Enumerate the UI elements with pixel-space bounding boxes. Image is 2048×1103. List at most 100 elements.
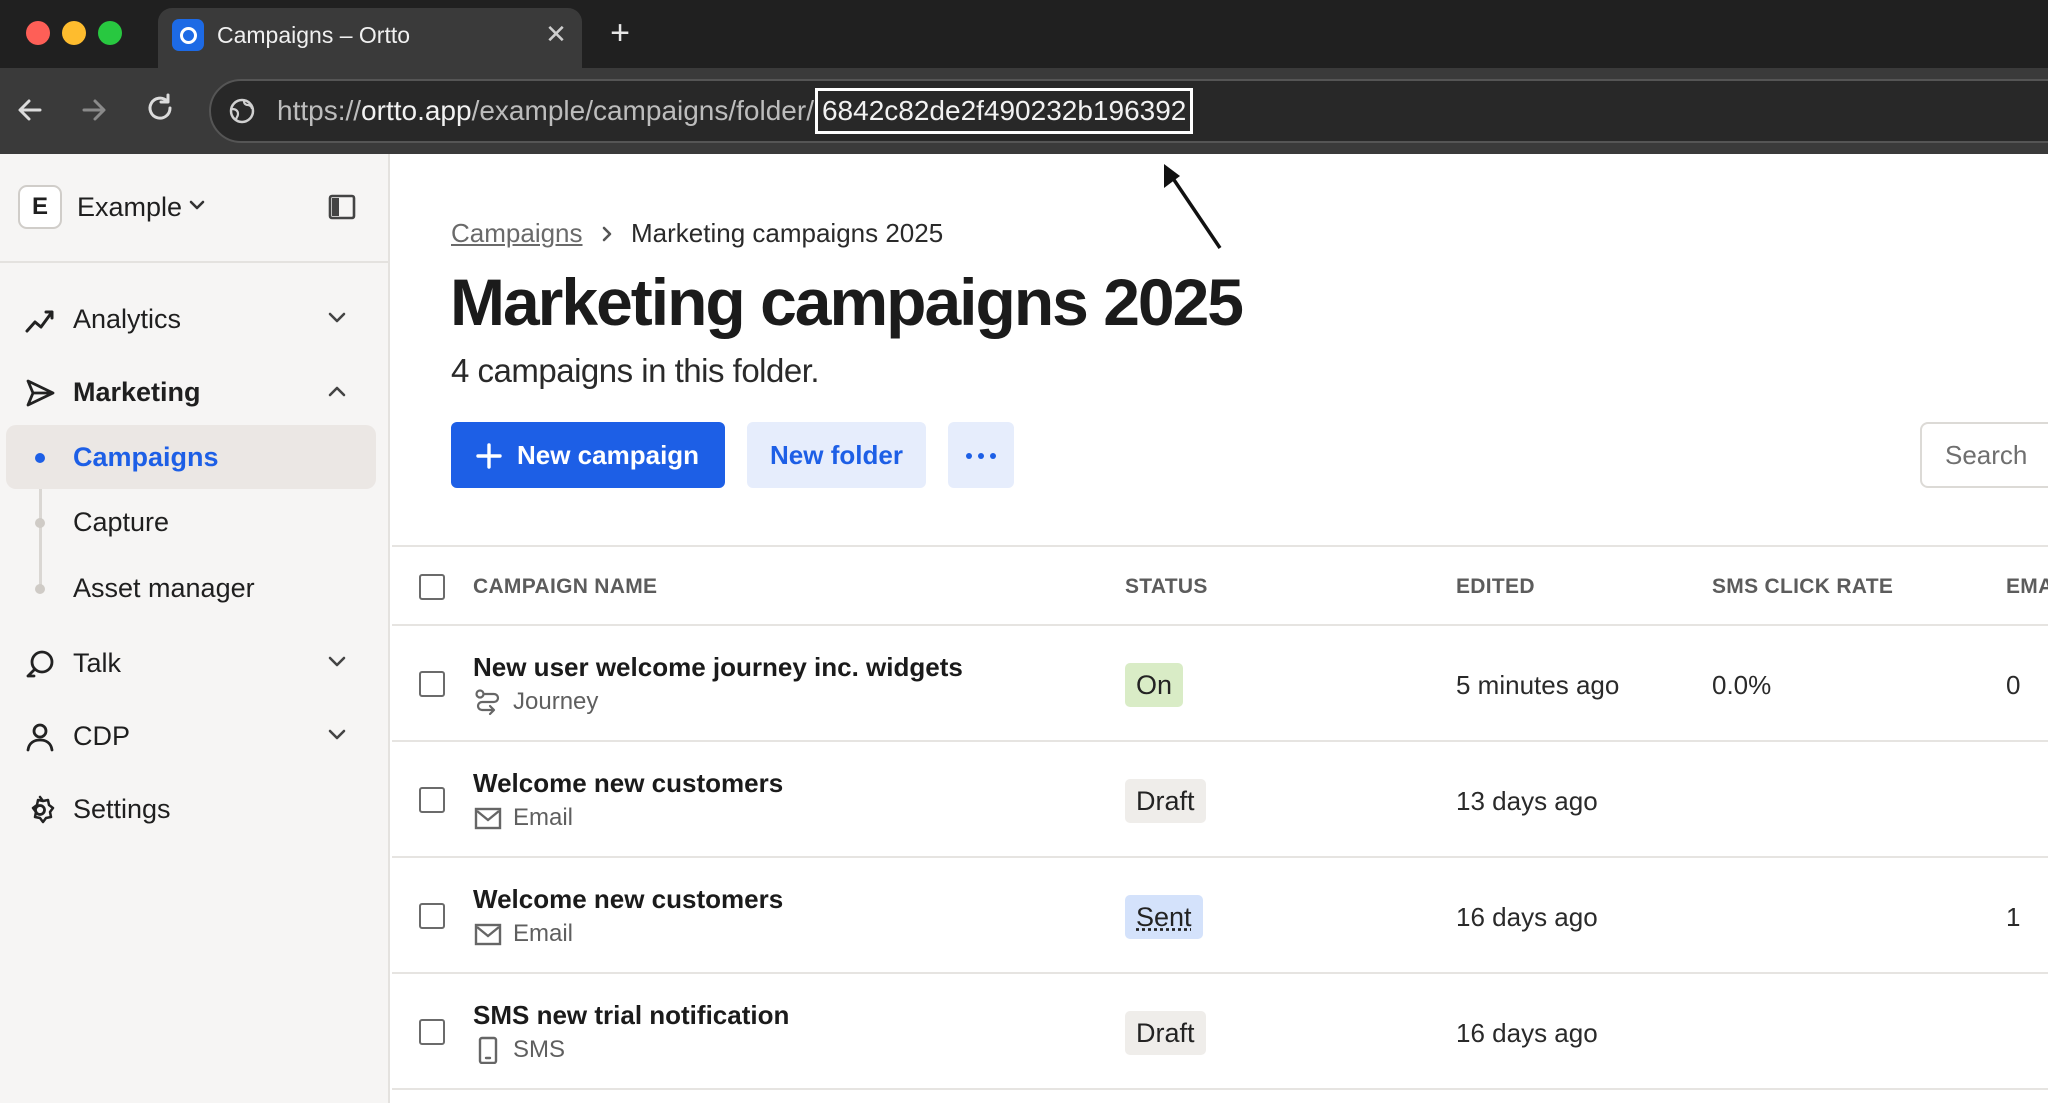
page-title: Marketing campaigns 2025 (450, 262, 1242, 342)
table-top-border (392, 545, 2048, 547)
row-checkbox[interactable] (419, 787, 445, 813)
more-options-button[interactable] (948, 422, 1014, 488)
search-input[interactable]: Search (1920, 422, 2048, 488)
campaign-type: Email (513, 802, 573, 834)
new-folder-button[interactable]: New folder (747, 422, 926, 488)
minimize-window-button[interactable] (62, 21, 86, 45)
sidebar-item-capture[interactable]: Capture (6, 490, 376, 554)
site-info-icon[interactable] (227, 96, 257, 126)
close-tab-icon[interactable]: ✕ (538, 16, 574, 52)
chevron-up-icon[interactable] (326, 384, 348, 398)
edited-time: 13 days ago (1456, 784, 1598, 818)
sidebar-item-label: Capture (73, 505, 169, 539)
dot-icon (35, 518, 45, 528)
campaign-name[interactable]: Welcome new customers (473, 766, 783, 800)
campaign-name[interactable]: New user welcome journey inc. widgets (473, 650, 963, 684)
column-header-email[interactable]: EMA (2006, 572, 2048, 602)
sidebar-item-settings[interactable]: Settings (0, 784, 388, 834)
mail-icon (474, 804, 502, 832)
sidebar-item-label: CDP (73, 719, 130, 753)
active-dot-icon (35, 453, 45, 463)
column-header-status[interactable]: STATUS (1125, 572, 1208, 602)
table-row[interactable]: Welcome new customers Email Draft 13 day… (392, 742, 2048, 856)
column-header-sms-click-rate[interactable]: SMS CLICK RATE (1712, 572, 1893, 602)
table-row[interactable]: Welcome new customers Email Sent 16 days… (392, 858, 2048, 972)
chevron-down-icon[interactable] (188, 199, 206, 211)
gear-icon (24, 795, 56, 825)
more-dots-icon (978, 453, 984, 459)
sidebar-divider (0, 261, 388, 263)
edited-time: 5 minutes ago (1456, 668, 1619, 702)
campaign-type: Email (513, 918, 573, 950)
browser-toolbar: https://ortto.app/example/campaigns/fold… (0, 68, 2048, 154)
status-badge: On (1125, 663, 1183, 707)
status-badge: Draft (1125, 1011, 1206, 1055)
edited-time: 16 days ago (1456, 900, 1598, 934)
more-dots-icon (966, 453, 972, 459)
sidebar-item-marketing[interactable]: Marketing (0, 367, 388, 417)
forward-arrow-icon[interactable] (70, 86, 118, 134)
dot-icon (35, 584, 45, 594)
sidebar-item-label: Marketing (73, 375, 201, 409)
row-checkbox[interactable] (419, 1019, 445, 1045)
chevron-down-icon[interactable] (326, 728, 348, 742)
select-all-checkbox[interactable] (419, 574, 445, 600)
new-campaign-button[interactable]: New campaign (451, 422, 725, 488)
sms-click-rate: 0.0% (1712, 668, 1771, 702)
mail-icon (474, 920, 502, 948)
sidebar-item-label: Asset manager (73, 571, 255, 605)
campaign-type: Journey (513, 686, 598, 718)
workspace-name[interactable]: Example (77, 190, 182, 224)
new-campaign-label: New campaign (517, 438, 699, 472)
more-dots-icon (990, 453, 996, 459)
close-window-button[interactable] (26, 21, 50, 45)
sidebar-item-asset-manager[interactable]: Asset manager (6, 556, 376, 620)
back-arrow-icon[interactable] (6, 86, 54, 134)
sidebar-item-analytics[interactable]: Analytics (0, 294, 388, 344)
analytics-icon (24, 305, 56, 335)
chat-icon (24, 649, 56, 679)
sidebar-toggle-icon[interactable] (328, 194, 356, 220)
sidebar-item-label: Campaigns (73, 440, 219, 474)
url-highlighted-id: 6842c82de2f490232b196392 (815, 88, 1193, 134)
maximize-window-button[interactable] (98, 21, 122, 45)
tab-title: Campaigns – Ortto (217, 18, 410, 52)
chevron-down-icon[interactable] (326, 655, 348, 669)
search-placeholder: Search (1945, 440, 2027, 470)
new-tab-icon[interactable]: + (598, 12, 642, 56)
chevron-down-icon[interactable] (326, 311, 348, 325)
url-text: https://ortto.app/example/campaigns/fold… (277, 81, 1193, 141)
ortto-favicon-icon (172, 19, 204, 51)
sidebar-item-campaigns[interactable]: Campaigns (6, 425, 376, 489)
browser-tab[interactable]: Campaigns – Ortto ✕ (158, 8, 582, 68)
sidebar: E Example Analytics Marketing Campaigns … (0, 154, 390, 1103)
campaign-name[interactable]: SMS new trial notification (473, 998, 789, 1032)
reload-icon[interactable] (137, 86, 185, 134)
journey-icon (474, 688, 502, 716)
column-header-campaign-name[interactable]: CAMPAIGN NAME (473, 572, 657, 602)
workspace-avatar[interactable]: E (18, 185, 62, 229)
table-row[interactable]: New user welcome journey inc. widgets Jo… (392, 626, 2048, 740)
breadcrumb-campaigns-link[interactable]: Campaigns (451, 216, 583, 250)
email-metric: 1 (2006, 900, 2020, 934)
sidebar-item-label: Analytics (73, 302, 181, 336)
sidebar-item-talk[interactable]: Talk (0, 638, 388, 688)
chevron-right-icon (600, 225, 614, 243)
phone-icon (474, 1036, 502, 1064)
column-header-edited[interactable]: EDITED (1456, 572, 1535, 602)
edited-time: 16 days ago (1456, 1016, 1598, 1050)
address-bar[interactable]: https://ortto.app/example/campaigns/fold… (209, 79, 2048, 143)
row-checkbox[interactable] (419, 903, 445, 929)
sidebar-item-cdp[interactable]: CDP (0, 711, 388, 761)
status-badge[interactable]: Sent (1125, 895, 1203, 939)
sidebar-item-label: Talk (73, 646, 121, 680)
campaign-name[interactable]: Welcome new customers (473, 882, 783, 916)
table-row[interactable]: SMS new trial notification SMS Draft 16 … (392, 974, 2048, 1088)
plus-icon (473, 435, 505, 475)
status-badge: Draft (1125, 779, 1206, 823)
page-subtitle: 4 campaigns in this folder. (451, 350, 819, 392)
row-checkbox[interactable] (419, 671, 445, 697)
email-metric: 0 (2006, 668, 2020, 702)
send-icon (24, 378, 56, 408)
sidebar-item-label: Settings (73, 792, 171, 826)
